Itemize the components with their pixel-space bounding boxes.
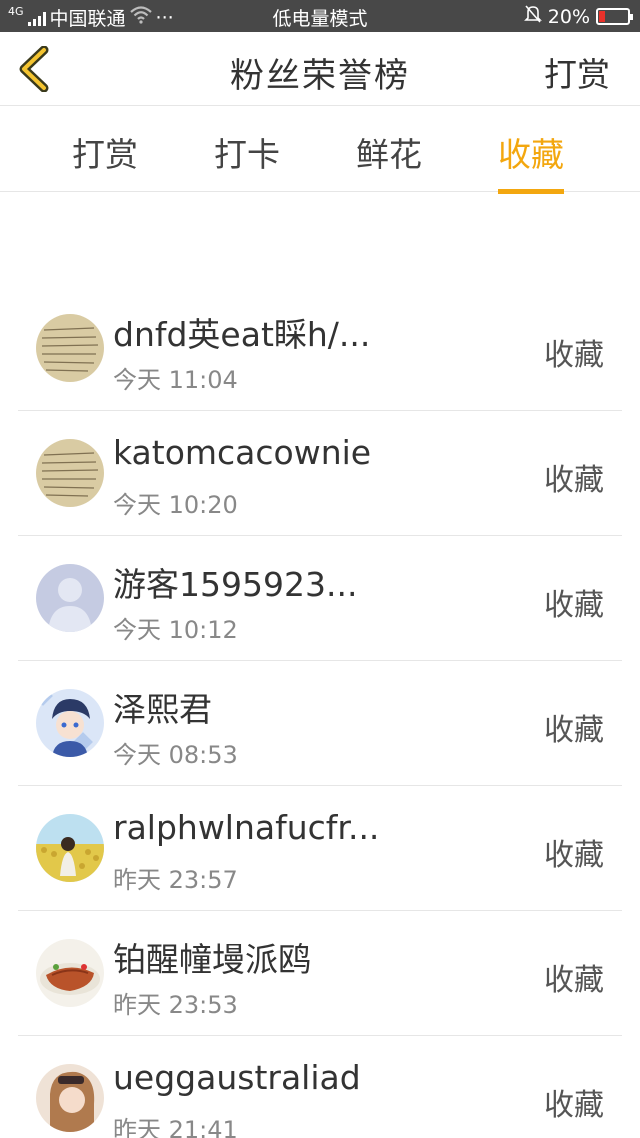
tab-label: 收藏	[498, 135, 564, 174]
user-name: 泽熙君	[113, 690, 212, 729]
list-item[interactable]: ueggaustraliad 昨天 21:41 收藏	[18, 1036, 622, 1138]
mute-bell-icon	[523, 4, 542, 29]
timestamp: 今天 08:53	[113, 741, 238, 769]
user-name: katomcacownie	[113, 433, 372, 472]
list-item[interactable]: 游客1595923... 今天 10:12 收藏	[18, 536, 622, 661]
photo-avatar	[36, 814, 104, 882]
tab-reward[interactable]: 打赏	[72, 128, 138, 176]
action-label: 收藏	[544, 963, 604, 998]
action-label: 收藏	[544, 338, 604, 373]
tab-checkin[interactable]: 打卡	[214, 128, 280, 176]
timestamp: 昨天 23:53	[113, 991, 238, 1019]
fan-list: dnfd英eat睬h/... 今天 11:04 收藏 katomcacownie…	[18, 286, 622, 1138]
user-name: 铂醒幢墁派鸥	[113, 940, 311, 979]
list-item[interactable]: 铂醒幢墁派鸥 昨天 23:53 收藏	[18, 911, 622, 1036]
status-right: 20%	[523, 4, 633, 29]
food-avatar	[36, 939, 104, 1007]
timestamp: 今天 10:12	[113, 616, 238, 644]
tab-flowers[interactable]: 鲜花	[356, 128, 422, 176]
timestamp: 今天 10:20	[113, 491, 238, 519]
action-label: 收藏	[544, 713, 604, 748]
tab-label: 打赏	[72, 135, 138, 174]
reward-button[interactable]: 打赏	[544, 48, 610, 96]
action-label: 收藏	[544, 838, 604, 873]
handwriting-avatar	[36, 314, 104, 382]
timestamp: 昨天 23:57	[113, 866, 238, 894]
default-user-avatar	[36, 564, 104, 632]
anime-avatar	[36, 689, 104, 757]
action-label: 收藏	[544, 463, 604, 498]
tab-label: 鲜花	[356, 135, 422, 174]
active-tab-indicator	[498, 189, 564, 194]
tab-favorites[interactable]: 收藏	[498, 128, 564, 194]
tab-bar: 打赏 打卡 鲜花 收藏	[0, 106, 640, 194]
status-bar: 4G 中国联通 ··· 低电量模式 20%	[0, 0, 640, 32]
battery-percentage: 20%	[547, 5, 590, 28]
user-name: ralphwlnafucfr...	[113, 808, 380, 847]
user-name: dnfd英eat睬h/...	[113, 315, 371, 354]
user-name: ueggaustraliad	[113, 1058, 361, 1097]
tab-label: 打卡	[214, 135, 280, 174]
timestamp: 昨天 21:41	[113, 1116, 238, 1138]
action-label: 收藏	[544, 1088, 604, 1123]
list-item[interactable]: ralphwlnafucfr... 昨天 23:57 收藏	[18, 786, 622, 911]
navigation-bar: 粉丝荣誉榜 打赏	[0, 32, 640, 106]
timestamp: 今天 11:04	[113, 366, 238, 394]
list-item[interactable]: dnfd英eat睬h/... 今天 11:04 收藏	[18, 286, 622, 411]
user-name: 游客1595923...	[113, 565, 358, 604]
battery-icon	[596, 8, 633, 25]
list-item[interactable]: katomcacownie 今天 10:20 收藏	[18, 411, 622, 536]
action-label: 收藏	[544, 588, 604, 623]
list-item[interactable]: 泽熙君 今天 08:53 收藏	[18, 661, 622, 786]
portrait-avatar	[36, 1064, 104, 1132]
handwriting-avatar	[36, 439, 104, 507]
